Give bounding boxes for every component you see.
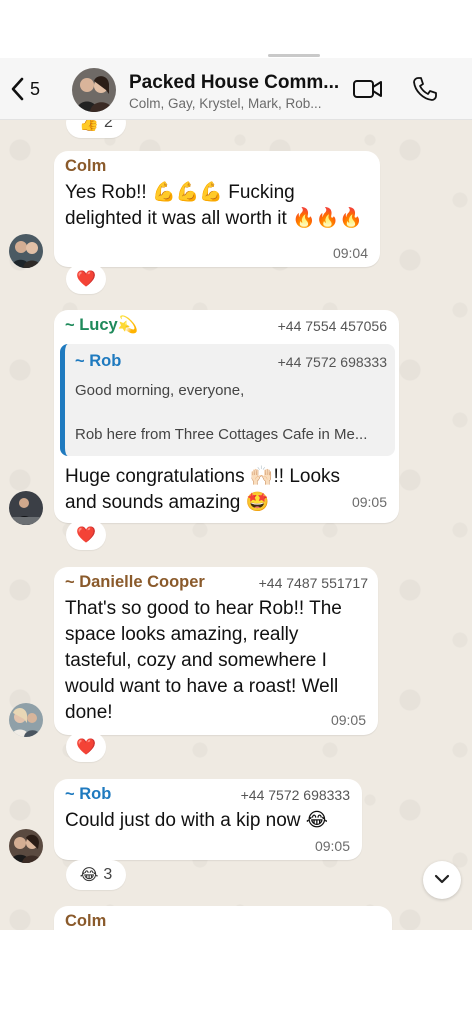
message-list[interactable]: 👍 2 Colm Yes Rob!! 💪💪💪 Fucking delighted… <box>0 120 472 930</box>
message-text: Could just do with a kip now 😂 <box>65 810 328 831</box>
status-indicator <box>268 54 320 57</box>
quote-sender: ~ Rob <box>75 352 122 370</box>
avatar[interactable] <box>9 234 43 268</box>
quote-phone: +44 7572 698333 <box>277 354 387 370</box>
chat-participants[interactable]: Colm, Gay, Krystel, Mark, Rob... <box>129 96 322 111</box>
quote-text-line1: Good morning, everyone, <box>75 382 245 399</box>
quoted-message[interactable]: ~ Rob +44 7572 698333 Good morning, ever… <box>60 344 395 456</box>
message-bubble[interactable]: Colm Yes Rob!! 💪💪💪 Fucking delighted it … <box>54 151 380 267</box>
chat-title[interactable]: Packed House Comm... <box>129 72 339 94</box>
reaction-emoji: 👍 <box>79 120 99 132</box>
phone-icon <box>412 77 438 106</box>
message-bubble[interactable]: ~ Danielle Cooper +44 7487 551717 That's… <box>54 567 378 735</box>
message-sender[interactable]: ~ Lucy💫 <box>65 316 138 335</box>
back-button[interactable]: 5 <box>10 74 40 104</box>
scroll-to-bottom-button[interactable] <box>423 861 461 899</box>
message-time: 09:04 <box>332 245 368 261</box>
reaction-emoji: 😂 <box>79 867 99 884</box>
message-bubble[interactable]: ~ Lucy💫 +44 7554 457056 ~ Rob +44 7572 6… <box>54 310 399 523</box>
reaction-emoji: ❤️ <box>76 527 96 544</box>
reaction-count: 3 <box>103 866 113 883</box>
reaction-count: 2 <box>104 120 113 131</box>
chevron-down-icon <box>434 871 450 889</box>
message-text: Huge congratulations 🙌🏻!! Looks and soun… <box>65 466 341 513</box>
message-time: 09:05 <box>314 838 350 854</box>
message-sender[interactable]: ~ Danielle Cooper <box>65 573 205 592</box>
message-sender[interactable]: ~ Rob <box>65 785 111 804</box>
reaction-pill[interactable]: ❤️ <box>66 520 106 550</box>
reaction-emoji: ❤️ <box>76 739 96 756</box>
group-avatar[interactable] <box>72 68 116 112</box>
message-sender[interactable]: Colm <box>65 157 106 176</box>
chat-header: 5 Packed House Comm... Colm, Gay, Kryste… <box>0 58 472 120</box>
sender-phone: +44 7487 551717 <box>258 575 368 591</box>
sender-phone: +44 7554 457056 <box>277 318 387 334</box>
message-text: That's so good to hear Rob!! The space l… <box>65 598 342 723</box>
avatar[interactable] <box>9 829 43 863</box>
voice-call-button[interactable] <box>412 76 438 107</box>
unread-count: 5 <box>30 78 41 99</box>
quote-text-line2: Rob here from Three Cottages Cafe in Me.… <box>75 426 368 443</box>
message-text: Yes Rob!! 💪💪💪 Fucking delighted it was a… <box>65 182 364 229</box>
reaction-pill[interactable]: ❤️ <box>66 264 106 294</box>
message-bubble[interactable]: Colm <box>54 906 392 930</box>
status-bar <box>0 0 472 58</box>
message-time: 09:05 <box>330 712 366 728</box>
avatar[interactable] <box>9 491 43 525</box>
reaction-pill[interactable]: 👍 2 <box>66 120 126 138</box>
reaction-emoji: ❤️ <box>76 271 96 288</box>
reaction-pill[interactable]: 😂 3 <box>66 860 126 890</box>
message-sender[interactable]: Colm <box>65 912 106 930</box>
video-call-button[interactable] <box>352 78 384 105</box>
video-camera-icon <box>352 80 384 104</box>
sender-phone: +44 7572 698333 <box>240 787 350 803</box>
message-time: 09:05 <box>351 494 387 510</box>
avatar[interactable] <box>9 703 43 737</box>
chevron-left-icon <box>10 77 24 101</box>
message-bubble[interactable]: ~ Rob +44 7572 698333 Could just do with… <box>54 779 362 860</box>
bottom-area <box>0 930 472 1024</box>
reaction-pill[interactable]: ❤️ <box>66 732 106 762</box>
